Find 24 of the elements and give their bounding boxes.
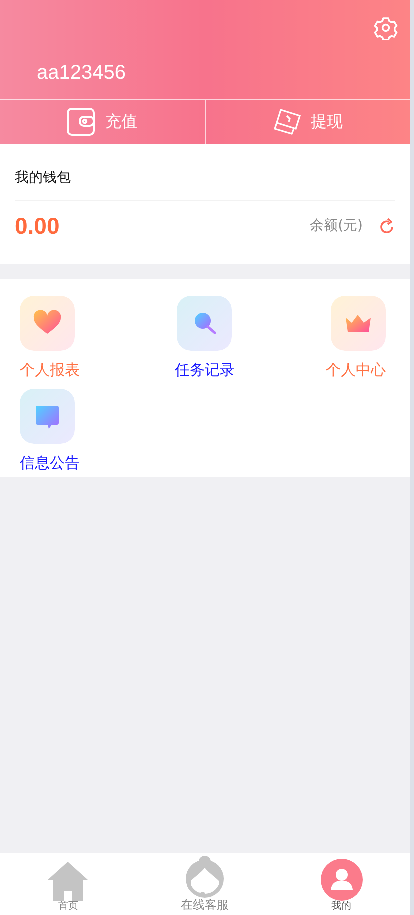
username: aa123456	[37, 63, 126, 83]
menu-label: 个人报表	[20, 360, 80, 378]
menu-label: 任务记录	[174, 360, 235, 378]
menu-item[interactable]: 个人报表	[0, 294, 137, 380]
wallet-title: 我的钱包	[15, 168, 395, 201]
menu-item[interactable]: 个人中心	[273, 294, 410, 380]
balance-amount: 0.00	[15, 212, 60, 241]
nav-tab[interactable]: 首页	[0, 853, 137, 915]
nav-tab[interactable]: 在线客服	[136, 853, 274, 915]
menu-item[interactable]: 任务记录	[136, 294, 274, 380]
settings-icon[interactable]	[374, 16, 398, 40]
user-icon[interactable]	[320, 859, 363, 901]
refresh-icon[interactable]	[379, 218, 395, 235]
balance-label: 余额(元)	[310, 216, 363, 236]
magnifier-icon	[177, 296, 232, 350]
menu-label: 信息公告	[20, 454, 80, 472]
speech-bubble-icon	[20, 388, 75, 444]
crown-icon	[331, 296, 386, 350]
home-icon[interactable]	[47, 861, 90, 901]
recharge-button[interactable]: 充值	[0, 100, 204, 144]
menu-label: 个人中心	[326, 360, 386, 378]
nav-tab[interactable]: 我的	[273, 853, 410, 915]
wallet-icon	[67, 108, 96, 136]
menu-item[interactable]: 信息公告	[0, 388, 137, 472]
